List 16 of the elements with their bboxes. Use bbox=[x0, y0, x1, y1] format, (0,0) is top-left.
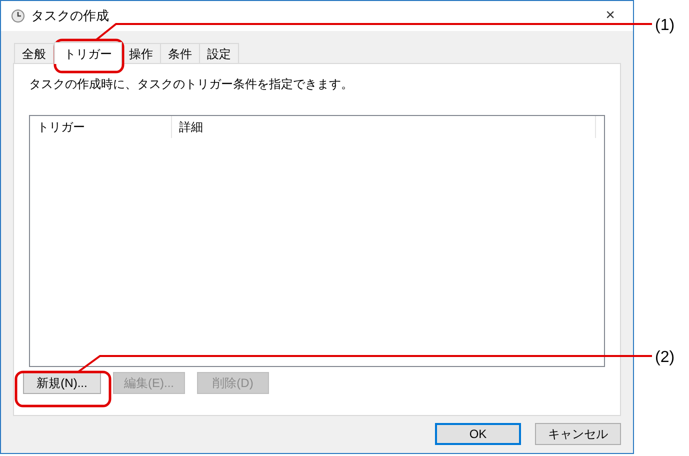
tab[interactable]: 設定 bbox=[199, 43, 239, 63]
window-title: タスクの作成 bbox=[31, 7, 109, 26]
dialog-button[interactable]: OK bbox=[435, 423, 521, 445]
list-button[interactable]: 新規(N)... bbox=[23, 372, 101, 394]
clock-icon bbox=[11, 9, 25, 23]
close-button[interactable]: × bbox=[606, 8, 615, 24]
tab[interactable]: 条件 bbox=[160, 43, 200, 63]
dialog-button[interactable]: キャンセル bbox=[535, 423, 621, 445]
callout-label: (2) bbox=[655, 348, 675, 368]
description-text: タスクの作成時に、タスクのトリガー条件を指定できます。 bbox=[29, 76, 354, 93]
callout-label: (1) bbox=[655, 16, 675, 36]
tab[interactable]: トリガー bbox=[54, 42, 122, 64]
column-header[interactable]: トリガー bbox=[30, 116, 172, 138]
tab[interactable]: 全般 bbox=[14, 43, 54, 63]
highlight-frame bbox=[54, 38, 124, 74]
column-header[interactable]: 詳細 bbox=[172, 116, 596, 138]
